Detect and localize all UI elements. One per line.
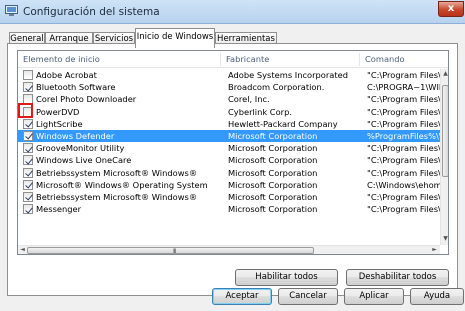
column-header-manufacturer[interactable]: Fabricante <box>221 51 359 68</box>
list-item[interactable]: GrooveMonitor Utility Microsoft Corporati… <box>18 142 440 154</box>
startup-item-checkbox[interactable] <box>23 130 33 141</box>
scroll-up-arrow-icon[interactable]: ▲ <box>442 70 448 77</box>
scroll-right-arrow-icon[interactable]: ► <box>431 246 438 253</box>
list-item[interactable]: Betriebssystem Microsoft® Windows® Micros… <box>18 167 440 179</box>
startup-item-checkbox[interactable] <box>23 204 33 215</box>
title-bar: Configuración del sistema x <box>0 0 465 24</box>
startup-item-name: LightScribe <box>36 118 83 129</box>
list-item[interactable]: Adobe Acrobat Adobe Systems Incorporated "… <box>18 69 440 81</box>
startup-item-name: GrooveMonitor Utility <box>36 143 125 154</box>
startup-item-checkbox[interactable] <box>23 155 33 166</box>
startup-item-manufacturer: Microsoft Corporation <box>228 167 318 178</box>
tab-inicio-de-windows[interactable]: Inicio de Windows <box>135 28 215 48</box>
cancel-button[interactable]: Cancelar <box>278 288 338 305</box>
vertical-scrollbar[interactable]: ▲ ▼ <box>440 69 448 245</box>
startup-item-manufacturer: Corel, Inc. <box>228 94 270 105</box>
list-item[interactable]: PowerDVD Cyberlink Corp. "C:\Program Files… <box>18 106 440 118</box>
startup-tab-panel: Elemento de inicio Fabricante Comando Ad… <box>7 43 458 296</box>
accept-button[interactable]: Aceptar <box>212 288 272 305</box>
startup-item-name: Bluetooth Software <box>36 82 116 93</box>
startup-item-command: "C:\Program Files\Mi <box>367 143 440 154</box>
startup-item-manufacturer: Adobe Systems Incorporated <box>228 70 348 80</box>
close-button[interactable]: x <box>438 1 464 17</box>
startup-item-manufacturer: Microsoft Corporation <box>228 191 318 202</box>
startup-item-name: Windows Live OneCare <box>36 155 132 166</box>
scroll-down-arrow-icon[interactable]: ▼ <box>442 235 448 242</box>
list-item[interactable]: Corel Photo Downloader Corel, Inc. "C:\Pro… <box>18 93 440 105</box>
annotation-highlight-box <box>18 103 33 118</box>
startup-item-checkbox[interactable] <box>23 143 33 154</box>
startup-item-command: "C:\Program Files\W <box>367 167 440 178</box>
horizontal-scroll-thumb[interactable]: III <box>27 247 314 254</box>
startup-item-command: "C:\Program Files\A <box>367 70 440 80</box>
startup-item-command: "C:\Program Files\W <box>367 191 440 202</box>
startup-item-manufacturer: Cyberlink Corp. <box>228 106 292 117</box>
apply-button[interactable]: Aplicar <box>344 288 404 305</box>
startup-item-checkbox[interactable] <box>23 82 33 93</box>
startup-item-checkbox[interactable] <box>23 167 33 178</box>
startup-item-name: Betriebssystem Microsoft® Windows® <box>36 167 198 178</box>
startup-item-name: PowerDVD <box>36 106 80 117</box>
scroll-grip-icon: III <box>173 248 176 255</box>
startup-item-command: "C:\Program Files\Cy <box>367 106 440 117</box>
startup-item-name: Microsoft® Windows® Operating System <box>36 179 208 190</box>
help-button[interactable]: Ayuda <box>410 288 464 305</box>
list-item[interactable]: LightScribe Hewlett-Packard Company "C:\Pr… <box>18 118 440 130</box>
startup-item-command: C:\Windows\ehome <box>367 179 440 190</box>
startup-item-command: "C:\Program Files\Co <box>367 94 440 105</box>
startup-item-checkbox[interactable] <box>23 70 33 80</box>
horizontal-scrollbar[interactable]: ◄ III ► <box>18 245 440 254</box>
list-item[interactable]: Bluetooth Software Broadcom Corporation. C… <box>18 81 440 93</box>
list-item[interactable]: Windows Live OneCare Microsoft Corporatio… <box>18 154 440 166</box>
scroll-left-arrow-icon[interactable]: ◄ <box>19 246 26 253</box>
startup-item-command: "C:\Program Files\W <box>367 155 440 166</box>
startup-item-command: C:\PROGRA~1\WID <box>367 82 440 93</box>
system-config-icon <box>5 5 18 16</box>
window-title: Configuración del sistema <box>23 6 160 18</box>
startup-item-name: Corel Photo Downloader <box>36 94 137 105</box>
startup-item-name: Betriebssystem Microsoft® Windows® <box>36 191 198 202</box>
startup-item-manufacturer: Broadcom Corporation. <box>228 82 325 93</box>
disable-all-button[interactable]: Deshabilitar todos <box>346 269 449 286</box>
startup-item-name: Adobe Acrobat <box>36 70 97 80</box>
startup-item-name: Windows Defender <box>36 130 115 141</box>
startup-item-manufacturer: Microsoft Corporation <box>228 143 318 154</box>
startup-item-manufacturer: Hewlett-Packard Company <box>228 118 338 129</box>
startup-item-command: %ProgramFiles%\W <box>367 130 440 141</box>
list-item[interactable]: Windows Defender Microsoft Corporation %Pr… <box>18 129 440 143</box>
enable-all-button[interactable]: Habilitar todos <box>235 269 338 286</box>
dialog-body: General Arranque Servicios Inicio de Win… <box>0 24 465 311</box>
list-item[interactable]: Microsoft® Windows® Operating System Micr… <box>18 179 440 191</box>
column-header-command[interactable]: Comando <box>360 51 440 68</box>
startup-item-name: Messenger <box>36 204 82 215</box>
startup-item-checkbox[interactable] <box>23 118 33 129</box>
list-rows: Adobe Acrobat Adobe Systems Incorporated "… <box>18 69 440 215</box>
startup-item-command: "C:\Program Files\Co <box>367 118 440 129</box>
list-item[interactable]: Betriebssystem Microsoft® Windows® Micros… <box>18 191 440 203</box>
startup-items-list[interactable]: Elemento de inicio Fabricante Comando Ad… <box>17 50 449 255</box>
startup-item-manufacturer: Microsoft Corporation <box>228 204 318 215</box>
list-item[interactable]: Messenger Microsoft Corporation "C:\Progra… <box>18 203 440 215</box>
startup-item-manufacturer: Microsoft Corporation <box>228 130 318 141</box>
vertical-scroll-thumb[interactable] <box>442 85 448 177</box>
column-header-startup-item[interactable]: Elemento de inicio <box>18 51 220 68</box>
list-header: Elemento de inicio Fabricante Comando <box>18 51 448 68</box>
startup-item-command: "C:\Program Files\W <box>367 204 440 215</box>
startup-item-manufacturer: Microsoft Corporation <box>228 179 318 190</box>
startup-item-checkbox[interactable] <box>23 191 33 202</box>
startup-item-checkbox[interactable] <box>23 179 33 190</box>
startup-item-manufacturer: Microsoft Corporation <box>228 155 318 166</box>
